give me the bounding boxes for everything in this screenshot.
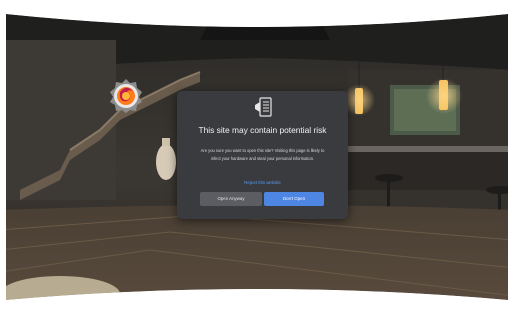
app-badge[interactable] bbox=[108, 78, 144, 114]
firefox-icon bbox=[110, 79, 142, 113]
dialog-title: This site may contain potential risk bbox=[198, 125, 327, 135]
security-warning-dialog: This site may contain potential risk Are… bbox=[177, 91, 348, 219]
document-warning-icon bbox=[255, 97, 272, 117]
dont-open-button[interactable]: Don't Open bbox=[264, 192, 324, 206]
report-website-link[interactable]: Report this website bbox=[177, 180, 348, 186]
dialog-message: Are you sure you want to open this site?… bbox=[200, 148, 325, 161]
open-anyway-button[interactable]: Open Anyway bbox=[200, 192, 262, 206]
